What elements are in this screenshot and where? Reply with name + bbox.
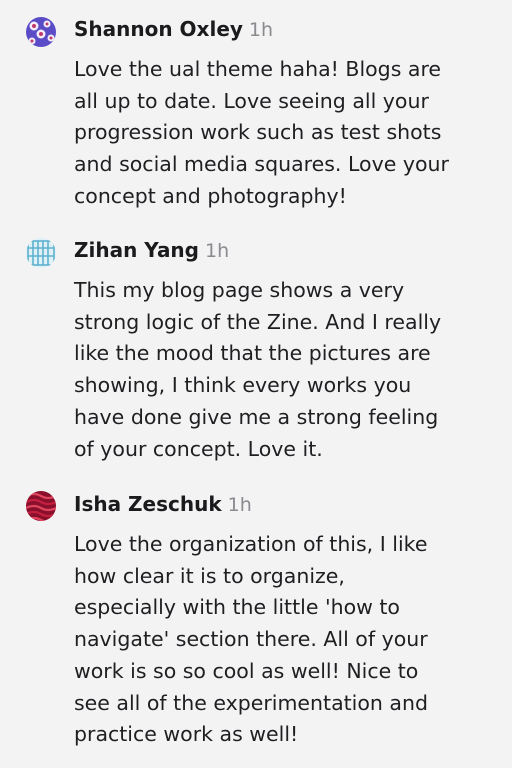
comment-line: especially with the little 'how to	[74, 595, 400, 620]
comment-line: of your concept. Love it.	[74, 436, 323, 461]
blue-grid-avatar-icon	[26, 238, 56, 268]
comment-header: Isha Zeschuk 1h	[74, 492, 252, 516]
timestamp: 1h	[248, 19, 274, 41]
author-name[interactable]: Zihan Yang	[74, 238, 199, 262]
timestamp: 1h	[227, 494, 252, 516]
comment-line: navigate' section there. All of your	[74, 627, 428, 652]
comment-line: work is so so cool as well! Nice to	[74, 658, 419, 683]
comment-line: how clear it is to organize,	[74, 563, 345, 588]
comment-line: concept and photography!	[74, 183, 347, 208]
comment-header: Zihan Yang 1h	[74, 238, 229, 262]
comment-body: Love the organization of this, I like ho…	[74, 529, 504, 751]
comment-body: Love the ual theme haha! Blogs are all u…	[74, 54, 504, 213]
avatar[interactable]	[26, 238, 56, 268]
comment-line: Love the organization of this, I like	[74, 532, 428, 556]
comment-body: This my blog page shows a very strong lo…	[74, 275, 504, 465]
comment-list: Shannon Oxley 1h Love the ual theme haha!…	[0, 0, 512, 768]
comment-line: practice work as well!	[74, 722, 299, 747]
comment-line: see all of the experimentation and	[74, 690, 428, 715]
red-wave-avatar-icon	[26, 491, 56, 521]
comment-line: have done give me a strong feeling	[74, 404, 439, 429]
comment-line: showing, I think every works you	[74, 373, 412, 398]
comment-line: like the mood that the pictures are	[74, 341, 431, 366]
avatar[interactable]	[26, 17, 56, 47]
comment-line: and social media squares. Love your	[74, 152, 449, 177]
author-name[interactable]: Isha Zeschuk	[74, 492, 222, 516]
comment-line: strong logic of the Zine. And I really	[74, 309, 442, 334]
author-name[interactable]: Shannon Oxley	[74, 17, 243, 41]
comment-line: Love the ual theme haha! Blogs are	[74, 57, 442, 81]
timestamp: 1h	[205, 240, 230, 262]
comment-line: all up to date. Love seeing all your	[74, 88, 429, 113]
comment-line: This my blog page shows a very	[74, 278, 405, 302]
comment-header: Shannon Oxley 1h	[74, 17, 273, 41]
avatar[interactable]	[26, 491, 56, 521]
purple-flower-avatar-icon	[26, 17, 56, 47]
comment-line: progression work such as test shots	[74, 120, 442, 145]
